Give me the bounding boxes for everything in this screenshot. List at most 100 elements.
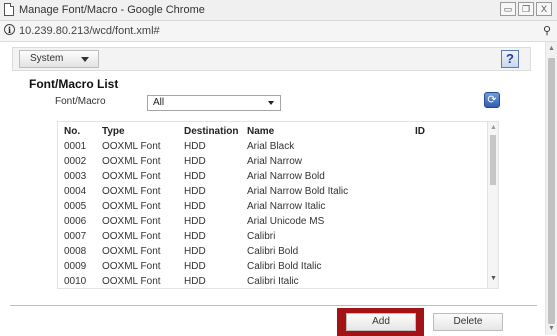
cell-name: Arial Narrow Bold Italic [247, 186, 349, 197]
cell-name: Calibri [247, 231, 276, 242]
system-toolbar: System ? [12, 47, 531, 71]
column-header-no[interactable]: No. [64, 123, 102, 139]
cell-destination: HDD [184, 231, 206, 242]
table-row[interactable]: 0010 OOXML Font HDD Calibri Italic [64, 274, 475, 288]
cell-id [415, 274, 475, 288]
system-menu-label: System [30, 53, 64, 64]
cell-name: Arial Unicode MS [247, 216, 325, 227]
cell-type: OOXML Font [102, 201, 161, 212]
window-controls: ▭ ❐ X [500, 2, 552, 16]
cell-id [415, 259, 475, 274]
cell-no: 0004 [64, 186, 87, 197]
cell-no: 0006 [64, 216, 87, 227]
page-scrollbar-thumb[interactable] [548, 58, 555, 324]
scroll-up-icon[interactable]: ▲ [490, 124, 497, 131]
title-bar: Manage Font/Macro - Google Chrome ▭ ❐ X [0, 0, 557, 21]
page-content: System ? Font/Macro List Font/Macro All … [0, 42, 545, 336]
table-row[interactable]: 0007 OOXML Font HDD Calibri [64, 229, 475, 244]
cell-destination: HDD [184, 141, 206, 152]
cell-type: OOXML Font [102, 246, 161, 257]
add-button[interactable]: Add [346, 313, 416, 331]
table-row[interactable]: 0002 OOXML Font HDD Arial Narrow [64, 154, 475, 169]
pin-icon[interactable]: ⚲ [543, 24, 551, 37]
cell-name: Calibri Italic [247, 276, 299, 287]
delete-button[interactable]: Delete [433, 313, 503, 331]
help-button[interactable]: ? [501, 50, 519, 68]
system-menu-button[interactable]: System [19, 50, 99, 68]
cell-name: Arial Narrow Italic [247, 201, 326, 212]
cell-no: 0003 [64, 171, 87, 182]
refresh-button[interactable]: ⟳ [484, 92, 500, 108]
column-header-destination[interactable]: Destination [184, 123, 247, 139]
column-header-id[interactable]: ID [415, 123, 475, 139]
cell-destination: HDD [184, 276, 206, 287]
cell-id [415, 139, 475, 154]
table-row[interactable]: 0008 OOXML Font HDD Calibri Bold [64, 244, 475, 259]
cell-name: Calibri Bold [247, 246, 299, 257]
table-scrollbar[interactable]: ▲ ▼ [487, 122, 498, 288]
cell-type: OOXML Font [102, 171, 161, 182]
scroll-down-icon[interactable]: ▼ [490, 275, 497, 282]
cell-type: OOXML Font [102, 276, 161, 287]
url-text[interactable]: 10.239.80.213/wcd/font.xml# [19, 25, 160, 37]
cell-no: 0005 [64, 201, 87, 212]
font-list-table: No. Type Destination Name ID 0001 OOXML F… [64, 123, 475, 288]
info-icon[interactable]: i [4, 24, 15, 35]
page-icon [4, 3, 14, 16]
cell-type: OOXML Font [102, 186, 161, 197]
filter-select-value: All [153, 97, 165, 108]
cell-id [415, 169, 475, 184]
cell-no: 0010 [64, 276, 87, 287]
page-scroll-up-icon[interactable]: ▲ [548, 45, 555, 52]
cell-no: 0007 [64, 231, 87, 242]
cell-id [415, 154, 475, 169]
table-body: 0001 OOXML Font HDD Arial Black 0002 OOXML Fo… [64, 139, 475, 288]
cell-destination: HDD [184, 186, 206, 197]
cell-name: Arial Black [247, 141, 295, 152]
footer-actions: Add Delete [0, 306, 545, 336]
cell-name: Arial Narrow Bold [247, 171, 325, 182]
cell-type: OOXML Font [102, 231, 161, 242]
column-header-name[interactable]: Name [247, 123, 415, 139]
cell-type: OOXML Font [102, 141, 161, 152]
cell-type: OOXML Font [102, 156, 161, 167]
cell-destination: HDD [184, 171, 206, 182]
cell-destination: HDD [184, 216, 206, 227]
cell-id [415, 214, 475, 229]
close-button[interactable]: X [536, 2, 552, 16]
window-title: Manage Font/Macro - Google Chrome [19, 4, 205, 16]
minimize-button[interactable]: ▭ [500, 2, 516, 16]
cell-destination: HDD [184, 261, 206, 272]
cell-destination: HDD [184, 201, 206, 212]
page-scroll-down-icon[interactable]: ▼ [548, 325, 555, 332]
restore-button[interactable]: ❐ [518, 2, 534, 16]
cell-destination: HDD [184, 156, 206, 167]
font-list-table-container: No. Type Destination Name ID 0001 OOXML F… [57, 121, 499, 289]
cell-id [415, 244, 475, 259]
filter-label: Font/Macro [55, 96, 106, 107]
cell-name: Calibri Bold Italic [247, 261, 322, 272]
cell-no: 0008 [64, 246, 87, 257]
cell-type: OOXML Font [102, 216, 161, 227]
cell-id [415, 184, 475, 199]
page-scrollbar[interactable]: ▲ ▼ [545, 42, 557, 335]
section-title: Font/Macro List [29, 77, 119, 91]
cell-destination: HDD [184, 246, 206, 257]
table-row[interactable]: 0003 OOXML Font HDD Arial Narrow Bold [64, 169, 475, 184]
font-macro-filter-select[interactable]: All [147, 95, 281, 111]
chevron-down-icon [81, 57, 89, 62]
address-bar: i 10.239.80.213/wcd/font.xml# ⚲ [0, 21, 557, 42]
table-scrollbar-thumb[interactable] [490, 135, 496, 185]
column-header-type[interactable]: Type [102, 123, 184, 139]
table-row[interactable]: 0006 OOXML Font HDD Arial Unicode MS [64, 214, 475, 229]
table-row[interactable]: 0004 OOXML Font HDD Arial Narrow Bold Itali… [64, 184, 475, 199]
cell-name: Arial Narrow [247, 156, 303, 167]
table-row[interactable]: 0001 OOXML Font HDD Arial Black [64, 139, 475, 154]
cell-type: OOXML Font [102, 261, 161, 272]
table-row[interactable]: 0005 OOXML Font HDD Arial Narrow Italic [64, 199, 475, 214]
cell-id [415, 229, 475, 244]
table-row[interactable]: 0009 OOXML Font HDD Calibri Bold Italic [64, 259, 475, 274]
cell-no: 0001 [64, 141, 87, 152]
dropdown-arrow-icon [268, 101, 274, 105]
cell-id [415, 199, 475, 214]
